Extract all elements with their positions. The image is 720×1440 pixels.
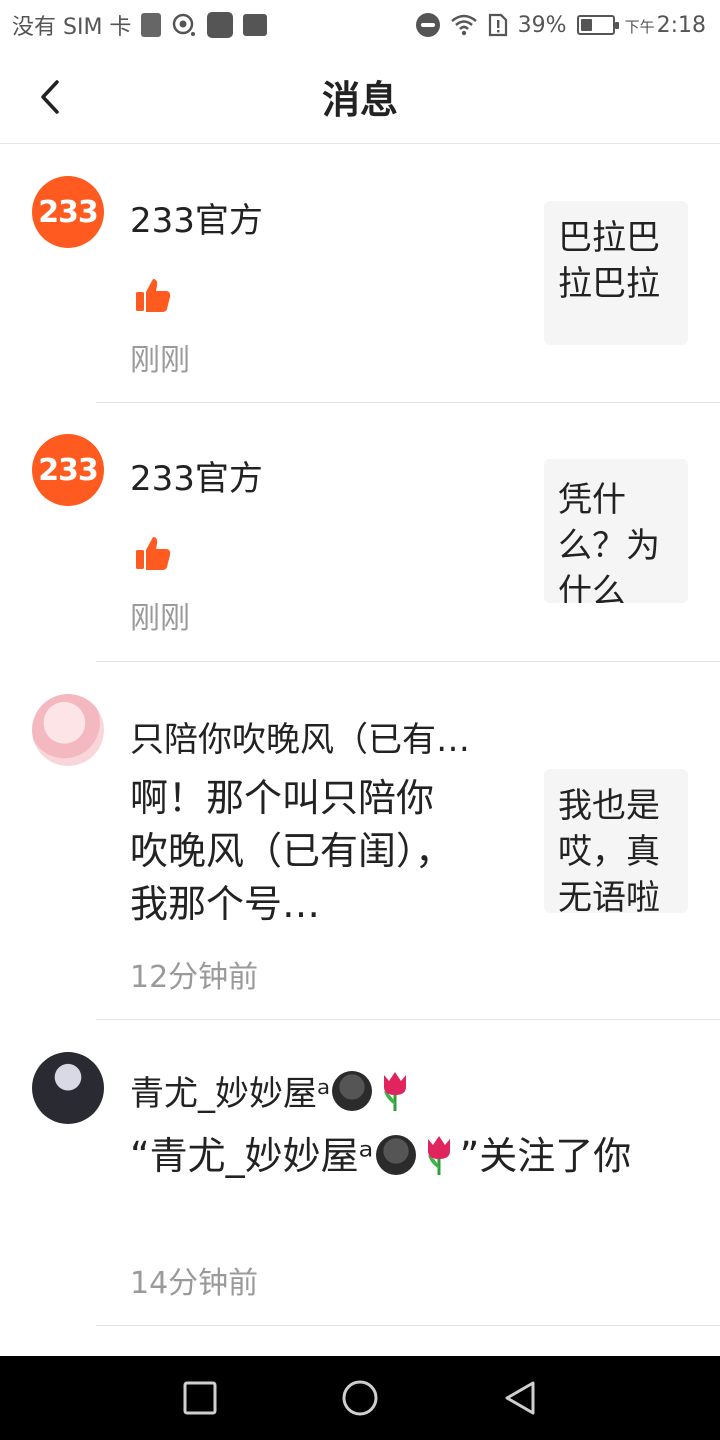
battery-fill	[580, 19, 593, 31]
message-item[interactable]: 233 233官方 刚刚 巴拉巴拉巴拉	[0, 145, 720, 403]
carrier-text: 没有 SIM 卡	[12, 15, 132, 40]
status-right: 39% 下午2:18	[415, 12, 706, 38]
circle-icon	[342, 1380, 378, 1416]
triangle-back-icon	[505, 1381, 535, 1415]
back-nav-button[interactable]	[498, 1376, 542, 1420]
status-bar: 没有 SIM 卡 39% 下午2:18	[0, 0, 720, 50]
home-button[interactable]	[338, 1376, 382, 1420]
sender-name-text: 青尤_妙妙屋ᵃ	[130, 1074, 331, 1114]
content-suffix: ”关注了你	[459, 1134, 632, 1178]
sender-name: 233官方	[130, 459, 263, 499]
message-list: 233 233官方 刚刚 巴拉巴拉巴拉 233 233官方 刚刚 凭什么？为什么…	[0, 145, 720, 1326]
message-content: 啊！那个叫只陪你吹晚风（已有闺），我那个号…	[130, 776, 454, 926]
message-time: 刚刚	[130, 601, 190, 636]
message-item[interactable]: 只陪你吹晚风（已有… 啊！那个叫只陪你吹晚风（已有闺），我那个号… 12分钟前 …	[0, 662, 720, 1020]
message-time: 12分钟前	[130, 960, 259, 995]
clock-ampm: 下午	[624, 17, 655, 36]
sender-name: 只陪你吹晚风（已有…	[130, 720, 470, 760]
hotspot-icon	[171, 12, 197, 38]
do-not-disturb-icon	[415, 13, 440, 37]
thumbs-up-icon	[136, 537, 171, 570]
app-notification-icon	[207, 12, 234, 38]
square-icon	[183, 1381, 217, 1415]
dark-face-emoji-icon	[332, 1071, 373, 1111]
content-prefix: “青尤_妙妙屋ᵃ	[130, 1134, 374, 1178]
tulip-emoji-icon	[427, 1136, 450, 1175]
message-content: “青尤_妙妙屋ᵃ ”关注了你	[130, 1130, 650, 1183]
thumbs-up-icon	[136, 279, 171, 312]
page-title: 消息	[321, 78, 398, 122]
message-time: 刚刚	[130, 343, 190, 378]
header: 消息	[0, 50, 720, 144]
battery-icon	[576, 15, 619, 35]
clock-time: 2:18	[656, 12, 706, 38]
recents-button[interactable]	[178, 1376, 222, 1420]
tulip-emoji-icon	[384, 1072, 407, 1111]
preview-text: 我也是哎，真无语啦	[558, 786, 660, 913]
message-item[interactable]: 青尤_妙妙屋ᵃ “青尤_妙妙屋ᵃ ”关注了你 14分钟前	[0, 1020, 720, 1326]
post-preview[interactable]: 凭什么？为什么	[544, 459, 688, 603]
message-item[interactable]: 233 233官方 刚刚 凭什么？为什么	[0, 403, 720, 662]
divider	[96, 1325, 720, 1326]
preview-text: 凭什么？为什么	[558, 480, 660, 603]
avatar[interactable]: 233	[32, 176, 104, 248]
post-preview[interactable]: 巴拉巴拉巴拉	[544, 201, 688, 345]
avatar[interactable]: 233	[32, 434, 104, 506]
image-icon	[243, 14, 268, 36]
sender-name: 233官方	[130, 201, 263, 241]
sim-alert-icon	[488, 13, 508, 37]
dark-face-emoji-icon	[375, 1135, 416, 1175]
back-arrow-icon	[41, 80, 59, 114]
back-button[interactable]	[30, 77, 70, 117]
avatar[interactable]	[32, 694, 104, 766]
navigation-bar	[0, 1356, 720, 1440]
battery-percent: 39%	[517, 12, 567, 38]
sim-card-icon	[141, 13, 162, 37]
preview-text: 巴拉巴拉巴拉	[558, 218, 660, 304]
message-time: 14分钟前	[130, 1266, 259, 1301]
status-left: 没有 SIM 卡	[12, 9, 268, 41]
post-preview[interactable]: 我也是哎，真无语啦	[544, 769, 688, 913]
clock: 下午2:18	[625, 13, 706, 38]
sender-name: 青尤_妙妙屋ᵃ	[130, 1066, 416, 1115]
wifi-icon	[450, 14, 478, 36]
avatar[interactable]	[32, 1052, 104, 1124]
